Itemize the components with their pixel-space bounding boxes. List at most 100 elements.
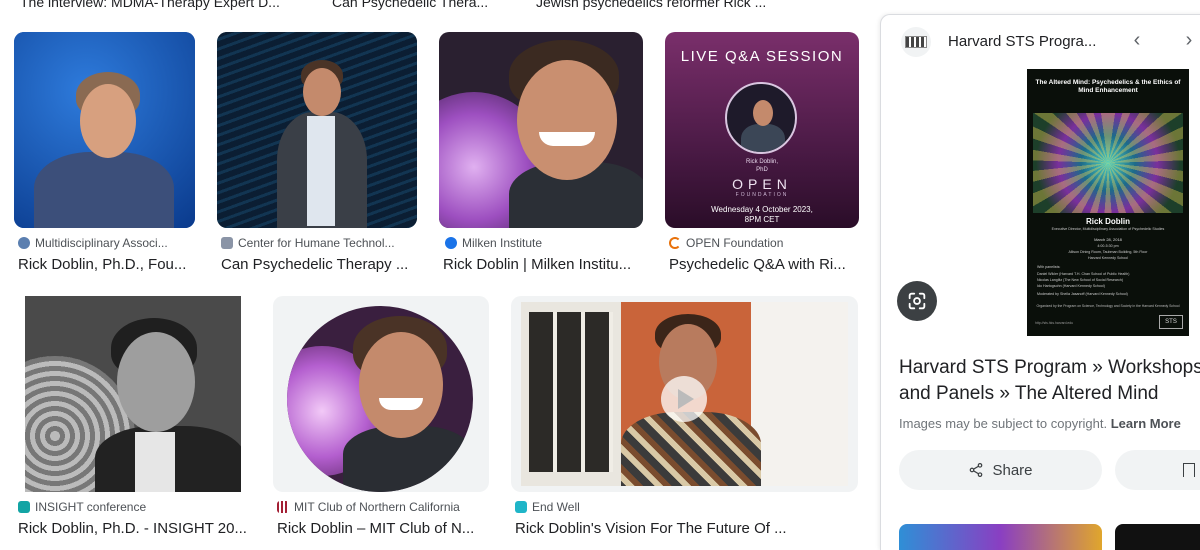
image-preview-panel: Harvard STS Progra... ‹ › The Altered Mi… bbox=[880, 14, 1200, 550]
result-image[interactable]: LIVE Q&A SESSION Rick Doblin, PhD OPEN F… bbox=[665, 32, 859, 228]
smile bbox=[539, 132, 595, 146]
face bbox=[359, 332, 443, 438]
poster-psychedelic-artwork bbox=[1033, 113, 1183, 213]
live-qa-heading: LIVE Q&A SESSION bbox=[680, 48, 844, 65]
site-favicon bbox=[901, 27, 931, 57]
copyright-text: Images may be subject to copyright. bbox=[899, 416, 1108, 431]
poster-speaker-role: Executive Director, Multidisciplinary As… bbox=[1051, 227, 1165, 231]
poster-moderator: Moderated by Sheila Jasanoff (Harvard Ke… bbox=[1037, 292, 1128, 296]
copyright-notice: Images may be subject to copyright. Lear… bbox=[899, 416, 1181, 431]
source-label: Center for Humane Technol... bbox=[238, 236, 395, 250]
poster-time: 4:00-5:30 pm bbox=[1097, 244, 1119, 248]
shirt bbox=[135, 432, 175, 492]
poster-panelist: Daniel Wikler (Harvard T.H. Chan School … bbox=[1037, 272, 1130, 276]
result-image[interactable] bbox=[511, 296, 858, 492]
lens-search-button[interactable] bbox=[897, 281, 937, 321]
save-button[interactable] bbox=[1115, 450, 1200, 490]
result-image[interactable] bbox=[14, 32, 195, 228]
result-image[interactable] bbox=[439, 32, 643, 228]
result-title[interactable]: Psychedelic Q&A with Ri... bbox=[669, 256, 859, 273]
result-image[interactable] bbox=[217, 32, 417, 228]
speaker-name: Rick Doblin, bbox=[745, 159, 778, 165]
globe-icon bbox=[18, 237, 30, 249]
smile bbox=[379, 398, 423, 410]
result-source: Milken Institute bbox=[445, 236, 645, 250]
result-title[interactable]: Rick Doblin, Ph.D. - INSIGHT 20... bbox=[18, 520, 246, 537]
site-favicon-icon bbox=[515, 501, 527, 513]
poster-title: The Altered Mind: Psychedelics & the Eth… bbox=[1035, 79, 1181, 94]
source-label: End Well bbox=[532, 500, 580, 514]
sts-logo-icon bbox=[905, 36, 927, 48]
open-foundation-icon bbox=[669, 237, 681, 249]
face bbox=[517, 60, 617, 180]
open-brand-logo: OPEN bbox=[732, 176, 792, 192]
cabinet-glass bbox=[529, 312, 613, 472]
poster-venue: Allison Dining Room, Taubman Building, 5… bbox=[1068, 250, 1148, 254]
poster-speaker: Rick Doblin bbox=[1085, 217, 1130, 226]
related-image-thumbnail[interactable] bbox=[899, 524, 1102, 550]
source-label: INSIGHT conference bbox=[35, 500, 147, 514]
poster-date: March 28, 2018 bbox=[1094, 237, 1122, 242]
result-image[interactable] bbox=[25, 296, 241, 492]
result-source: Multidisciplinary Associ... bbox=[18, 236, 198, 250]
panel-image[interactable]: The Altered Mind: Psychedelics & the Eth… bbox=[1027, 69, 1189, 336]
globe-icon bbox=[445, 237, 457, 249]
related-image-thumbnail[interactable] bbox=[1115, 524, 1200, 550]
share-icon bbox=[970, 463, 983, 477]
speaker-photo bbox=[725, 82, 797, 154]
cabinet bbox=[521, 302, 621, 486]
poster-rays bbox=[1033, 113, 1183, 213]
open-brand-sub: FOUNDATION bbox=[735, 192, 789, 198]
event-date: Wednesday 4 October 2023, bbox=[711, 205, 813, 214]
play-icon bbox=[678, 389, 694, 409]
next-chevron-icon[interactable]: › bbox=[1177, 29, 1200, 53]
result-title[interactable]: Rick Doblin, Ph.D., Fou... bbox=[18, 256, 200, 273]
learn-more-link[interactable]: Learn More bbox=[1111, 416, 1181, 431]
face bbox=[117, 332, 195, 432]
mit-logo-icon bbox=[277, 501, 289, 513]
shirt bbox=[307, 116, 335, 226]
patterned-shirt bbox=[34, 152, 174, 228]
jacket bbox=[741, 124, 785, 152]
result-source: MIT Club of Northern California bbox=[277, 500, 493, 514]
panel-site-name[interactable]: Harvard STS Progra... bbox=[948, 33, 1096, 50]
previous-chevron-icon[interactable]: ‹ bbox=[1125, 29, 1149, 53]
patterned-shirt bbox=[621, 412, 761, 486]
result-title[interactable]: Can Psychedelic Therapy ... bbox=[221, 256, 421, 273]
face bbox=[753, 100, 773, 126]
share-button[interactable]: Share bbox=[899, 450, 1102, 490]
source-label: Milken Institute bbox=[462, 236, 543, 250]
result-source: OPEN Foundation bbox=[669, 236, 859, 250]
result-source: Center for Humane Technol... bbox=[221, 236, 417, 250]
play-button[interactable] bbox=[661, 376, 707, 422]
result-title[interactable]: Rick Doblin's Vision For The Future Of .… bbox=[515, 520, 855, 537]
result-title[interactable]: Rick Doblin | Milken Institu... bbox=[443, 256, 643, 273]
result-image[interactable] bbox=[273, 296, 489, 492]
share-label: Share bbox=[992, 461, 1033, 479]
site-favicon-icon bbox=[18, 501, 30, 513]
poster-panelists-label: With panelists: bbox=[1037, 265, 1061, 269]
event-time: 8PM CET bbox=[744, 215, 780, 224]
panel-title[interactable]: Harvard STS Program » Workshops and Pane… bbox=[899, 355, 1200, 407]
poster-school: Harvard Kennedy School bbox=[1088, 256, 1128, 260]
face bbox=[303, 68, 341, 116]
face bbox=[80, 84, 136, 158]
poster-panelist: Ido Hartogsohn (Harvard Kennedy School) bbox=[1037, 284, 1105, 288]
circular-portrait bbox=[287, 306, 473, 492]
result-title[interactable]: Rick Doblin – MIT Club of N... bbox=[277, 520, 487, 537]
poster-panelist: Nicolas Langlitz (The New School of Soci… bbox=[1037, 278, 1124, 282]
poster-url: http://sts.hks.harvard.edu bbox=[1035, 321, 1074, 325]
bookmark-icon bbox=[1183, 463, 1195, 477]
top-caption-3[interactable]: Jewish psychedelics reformer Rick ... bbox=[536, 0, 806, 10]
source-label: Multidisciplinary Associ... bbox=[35, 236, 168, 250]
source-label: MIT Club of Northern California bbox=[294, 500, 460, 514]
top-caption-2[interactable]: Can Psychedelic Thera... bbox=[332, 0, 512, 10]
poster-organizer: Organized by the Program on Science, Tec… bbox=[1036, 304, 1180, 308]
poster-sts-logo: STS bbox=[1159, 315, 1183, 329]
image-search-results: The interview: MDMA-Therapy Expert D... … bbox=[0, 0, 1200, 550]
lens-icon bbox=[908, 292, 926, 310]
speaker-degree: PhD bbox=[756, 167, 768, 173]
top-caption-1[interactable]: The interview: MDMA-Therapy Expert D... bbox=[20, 0, 310, 10]
site-favicon-icon bbox=[221, 237, 233, 249]
result-source: End Well bbox=[515, 500, 855, 514]
